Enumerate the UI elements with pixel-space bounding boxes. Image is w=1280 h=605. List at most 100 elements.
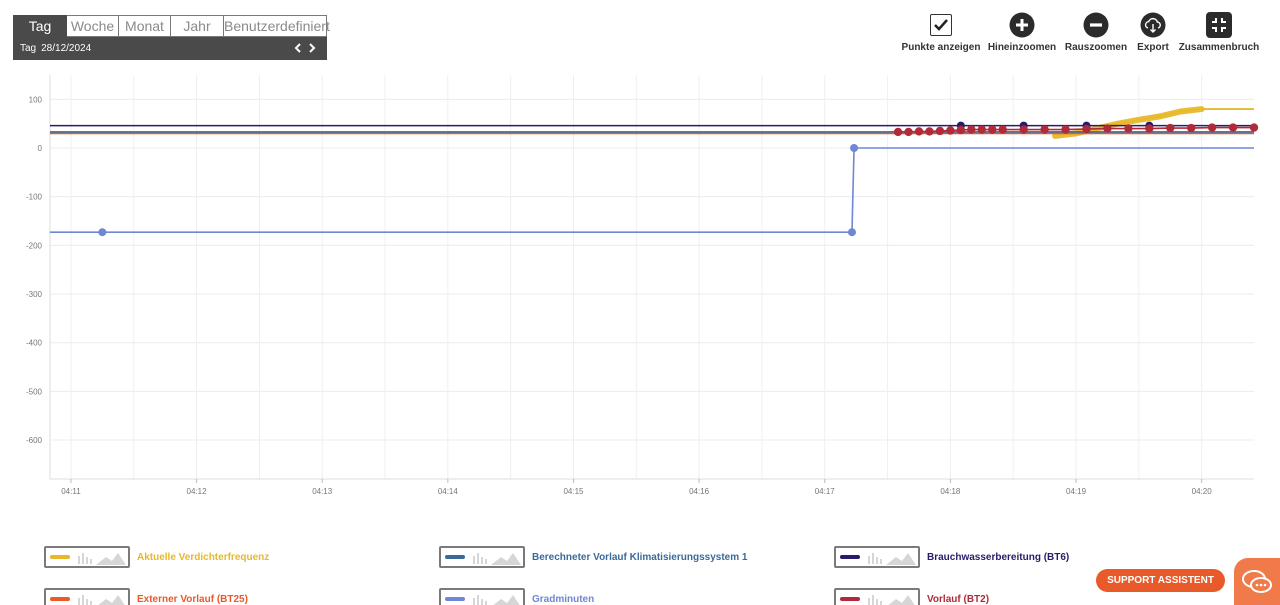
x-tick-label: 04:20: [1192, 487, 1213, 496]
data-point: [1040, 125, 1049, 134]
data-point: [847, 228, 856, 237]
legend-toggle[interactable]: [834, 546, 920, 568]
zoom-in-button[interactable]: Hineinzoomen: [987, 12, 1057, 56]
data-point: [998, 125, 1007, 134]
legend-label: Aktuelle Verdichterfrequenz: [137, 551, 270, 563]
export-button[interactable]: Export: [1135, 12, 1171, 56]
x-tick-label: 04:19: [1066, 487, 1087, 496]
data-point: [1145, 124, 1154, 133]
tab-jahr[interactable]: Jahr: [171, 15, 224, 37]
tab-monat[interactable]: Monat: [119, 15, 171, 37]
legend-item[interactable]: Berechneter Vorlauf Klimatisierungssyste…: [439, 545, 747, 569]
bar-chart-icon: [473, 595, 487, 605]
data-point: [1082, 124, 1091, 134]
data-point: [1249, 123, 1259, 132]
legend-toggle[interactable]: [44, 546, 130, 568]
x-tick-label: 04:18: [940, 487, 961, 496]
area-chart-icon: [491, 553, 521, 565]
chat-button[interactable]: [1234, 558, 1280, 605]
plus-circle-icon: [1009, 12, 1035, 38]
tab-woche[interactable]: Woche: [67, 15, 119, 37]
show-points-toggle[interactable]: Punkte anzeigen: [899, 12, 983, 56]
check-icon: [934, 19, 948, 31]
legend-label: Externer Vorlauf (BT25): [137, 593, 248, 605]
legend-item[interactable]: Aktuelle Verdichterfrequenz: [44, 545, 269, 569]
app-root: Tag Woche Monat Jahr Benutzerdefiniert T…: [0, 0, 1280, 605]
chat-bubbles-icon: [1242, 569, 1272, 593]
data-point: [1124, 124, 1133, 133]
show-points-checkbox[interactable]: [930, 14, 952, 36]
data-point: [1186, 123, 1196, 133]
chevron-right-icon: [309, 42, 316, 53]
chart-series: [50, 106, 1259, 237]
data-point: [925, 127, 934, 136]
area-chart-icon: [98, 595, 125, 605]
legend-toggle[interactable]: [439, 588, 525, 605]
y-tick-label: 0: [38, 144, 43, 153]
y-tick-label: -200: [26, 241, 43, 250]
data-point: [850, 144, 859, 153]
date-bar: Tag 28/12/2024: [13, 37, 327, 60]
period-selector: Tag Woche Monat Jahr Benutzerdefiniert T…: [13, 15, 330, 60]
data-point: [988, 125, 997, 134]
x-tick-label: 04:16: [689, 487, 710, 496]
data-point: [904, 127, 913, 137]
data-point: [935, 126, 945, 136]
legend-item[interactable]: Brauchwasserbereitung (BT6): [834, 545, 1069, 569]
legend-label: Berechneter Vorlauf Klimatisierungssyste…: [532, 551, 748, 563]
data-point: [1103, 124, 1112, 133]
y-tick-label: -600: [26, 436, 43, 445]
period-tabs: Tag Woche Monat Jahr Benutzerdefiniert: [13, 15, 330, 37]
legend-item[interactable]: Gradminuten: [439, 587, 594, 605]
y-tick-label: -100: [26, 193, 43, 202]
data-point: [98, 228, 107, 237]
y-axis-ticks: 100 0 -100 -200 -300 -400 -500 -600: [26, 95, 43, 445]
legend-item[interactable]: Externer Vorlauf (BT25): [44, 587, 248, 605]
zoom-out-button[interactable]: Rauszoomen: [1064, 12, 1128, 56]
data-point: [1228, 123, 1238, 132]
legend-toggle[interactable]: [439, 546, 525, 568]
x-tick-label: 04:14: [438, 487, 459, 496]
y-tick-label: -500: [26, 387, 43, 396]
support-assistant-button[interactable]: SUPPORT ASSISTENT: [1096, 569, 1225, 592]
show-points-label: Punkte anzeigen: [901, 42, 981, 53]
y-tick-label: -400: [26, 339, 43, 348]
prev-date-button[interactable]: [291, 41, 305, 57]
legend-item[interactable]: Vorlauf (BT2): [834, 587, 989, 605]
legend-toggle[interactable]: [834, 588, 920, 605]
y-tick-label: 100: [29, 95, 43, 104]
collapse-label: Zusammenbruch: [1178, 42, 1260, 53]
legend-swatch: [445, 555, 465, 559]
data-point: [956, 125, 966, 135]
next-date-button[interactable]: [305, 41, 319, 57]
tab-benutzerdefiniert[interactable]: Benutzerdefiniert: [224, 15, 330, 37]
data-point: [1207, 123, 1217, 132]
zoom-out-label: Rauszoomen: [1064, 42, 1128, 53]
minus-circle-icon: [1083, 12, 1109, 38]
compress-icon: [1206, 12, 1232, 38]
area-chart-icon: [493, 595, 520, 605]
line-chart[interactable]: 1000-100-200-300-400-500-600 04:11 04:12 0…: [0, 75, 1280, 505]
chart-toolbar: Punkte anzeigen Hineinzoomen Rauszoomen …: [895, 12, 1265, 56]
x-axis-ticks: 04:11 04:12 04:13 04:14 04:15 04:16 04:17 04:18…: [61, 479, 1212, 496]
data-point: [967, 125, 976, 134]
legend-swatch: [50, 555, 70, 559]
data-point: [977, 125, 986, 134]
cloud-download-icon: [1140, 12, 1166, 38]
x-tick-label: 04:13: [312, 487, 333, 496]
legend-swatch: [445, 597, 465, 601]
data-point: [1019, 125, 1028, 134]
date-value: 28/12/2024: [41, 43, 92, 54]
collapse-button[interactable]: Zusammenbruch: [1178, 12, 1260, 56]
x-tick-label: 04:15: [563, 487, 584, 496]
legend-label: Vorlauf (BT2): [927, 593, 990, 605]
bar-chart-icon: [473, 553, 487, 564]
tab-tag[interactable]: Tag: [13, 15, 67, 37]
area-chart-icon: [888, 595, 915, 605]
legend-toggle[interactable]: [44, 588, 130, 605]
legend-swatch: [840, 597, 860, 601]
x-tick-label: 04:12: [187, 487, 208, 496]
bar-chart-icon: [78, 595, 92, 605]
legend-swatch: [50, 597, 70, 601]
data-point: [1166, 123, 1175, 133]
